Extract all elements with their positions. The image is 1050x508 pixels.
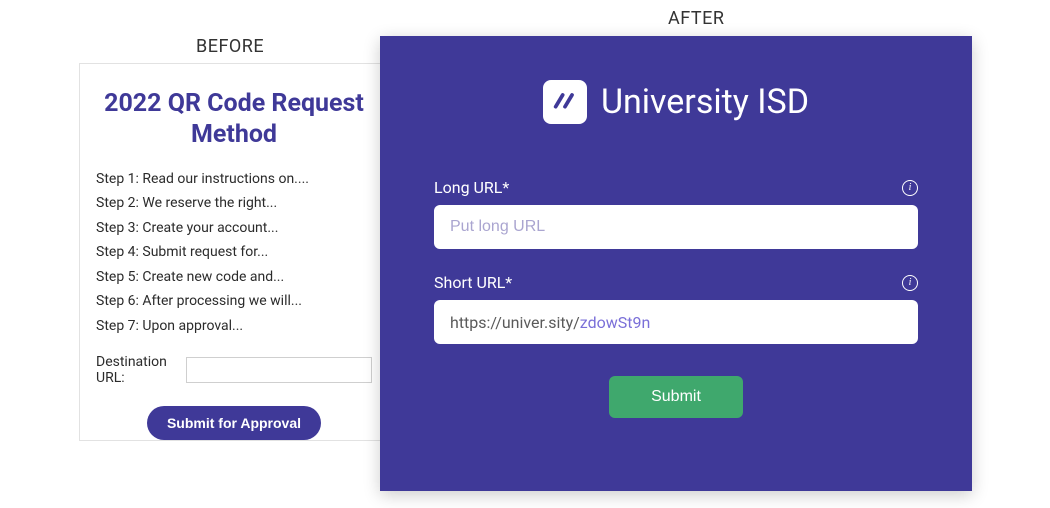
step-item: Step 3: Create your account...: [96, 216, 372, 241]
step-item: Step 2: We reserve the right...: [96, 191, 372, 216]
before-card: 2022 QR Code Request Method Step 1: Read…: [79, 63, 389, 441]
short-url-prefix: https://univer.sity/: [450, 313, 580, 332]
brand-name: University ISD: [601, 82, 809, 122]
destination-label: Destination URL:: [96, 354, 180, 386]
after-label: AFTER: [668, 8, 724, 29]
step-item: Step 5: Create new code and...: [96, 265, 372, 290]
step-item: Step 4: Submit request for...: [96, 240, 372, 265]
submit-for-approval-button[interactable]: Submit for Approval: [147, 406, 321, 440]
step-item: Step 6: After processing we will...: [96, 289, 372, 314]
long-url-input[interactable]: [434, 205, 918, 249]
destination-row: Destination URL:: [96, 354, 372, 386]
short-url-suffix: zdowSt9n: [580, 313, 651, 332]
short-url-label: Short URL*: [434, 273, 512, 292]
steps-list: Step 1: Read our instructions on.... Ste…: [96, 167, 372, 339]
step-item: Step 1: Read our instructions on....: [96, 167, 372, 192]
info-icon[interactable]: i: [902, 275, 918, 291]
long-url-group: Long URL* i: [434, 178, 918, 249]
long-url-label: Long URL*: [434, 178, 509, 197]
brand-logo-icon: [543, 80, 587, 124]
before-label: BEFORE: [196, 36, 264, 57]
after-card: University ISD Long URL* i Short URL* i …: [380, 36, 972, 491]
destination-url-input[interactable]: [186, 357, 372, 383]
before-title: 2022 QR Code Request Method: [96, 88, 372, 151]
info-icon[interactable]: i: [902, 180, 918, 196]
step-item: Step 7: Upon approval...: [96, 314, 372, 339]
brand-row: University ISD: [434, 80, 918, 124]
submit-button[interactable]: Submit: [609, 376, 743, 418]
short-url-group: Short URL* i https://univer.sity/zdowSt9…: [434, 273, 918, 344]
short-url-input[interactable]: https://univer.sity/zdowSt9n: [434, 300, 918, 344]
